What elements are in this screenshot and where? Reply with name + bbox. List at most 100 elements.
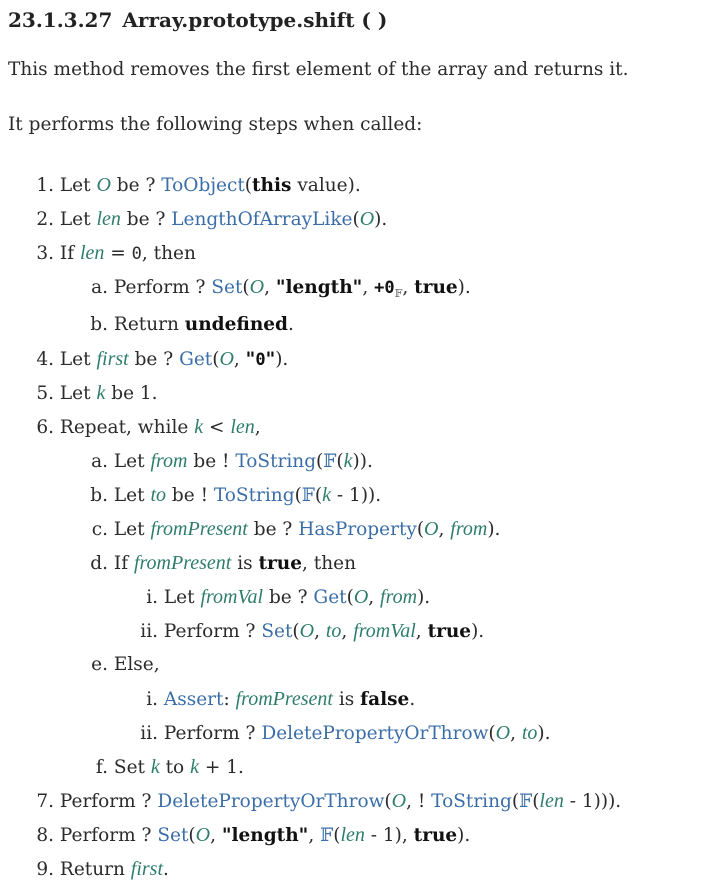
variable[interactable]: O — [219, 348, 233, 370]
variable[interactable]: len — [539, 790, 563, 812]
abstract-op-link[interactable]: Set — [261, 621, 292, 642]
variable[interactable]: fromPresent — [134, 552, 231, 574]
step-text: ). — [471, 621, 485, 642]
abstract-op-link[interactable]: HasProperty — [298, 519, 417, 540]
variable[interactable]: fromVal — [200, 586, 263, 608]
variable[interactable]: to — [326, 620, 342, 642]
variable[interactable]: k — [96, 382, 105, 404]
abstract-op-link[interactable]: 𝔽 — [302, 485, 315, 506]
variable[interactable]: O — [96, 174, 110, 196]
abstract-op-link[interactable]: Get — [313, 587, 346, 608]
bold-literal: true — [427, 621, 472, 642]
variable[interactable]: fromPresent — [150, 518, 247, 540]
abstract-op-link[interactable]: DeletePropertyOrThrow — [261, 723, 488, 744]
abstract-op-link[interactable]: ToString — [214, 485, 295, 506]
algorithm-step: 5. Let k be 1. — [0, 378, 621, 412]
steps-intro-paragraph: It performs the following steps when cal… — [8, 114, 423, 135]
step-text: If — [59, 243, 80, 264]
step-number: 7. — [36, 791, 54, 812]
step-text: be ? — [263, 587, 314, 608]
step-text: , — [314, 621, 326, 642]
step-text: is — [231, 553, 259, 574]
step-text: - 1)). — [331, 485, 382, 506]
variable[interactable]: len — [230, 416, 254, 438]
variable[interactable]: O — [354, 586, 368, 608]
variable[interactable]: to — [150, 484, 166, 506]
step-text: Let — [113, 451, 151, 472]
step-text: is — [333, 689, 361, 710]
step-text: , — [264, 277, 276, 298]
step-text: + 1. — [198, 757, 244, 778]
variable[interactable]: first — [131, 858, 163, 880]
abstract-op-link[interactable]: DeletePropertyOrThrow — [157, 791, 384, 812]
bold-literal: true — [414, 277, 458, 298]
number-literal: 0 — [131, 244, 142, 264]
step-text: Set — [113, 757, 151, 778]
step-text: = — [104, 243, 132, 264]
variable[interactable]: k — [151, 756, 160, 778]
algorithm-step: 2. Let len be ? LengthOfArrayLike(O). — [0, 204, 621, 238]
variable[interactable]: len — [96, 208, 120, 230]
step-text: be ? — [247, 519, 299, 540]
step-number: 3. — [36, 243, 54, 264]
step-text: be ? — [120, 209, 172, 230]
step-text: ( — [244, 175, 253, 196]
step-text: . — [409, 689, 416, 710]
step-text: : — [223, 689, 236, 710]
variable[interactable]: k — [322, 484, 331, 506]
algorithm-step: i. Let fromVal be ? Get(O, from). — [0, 582, 621, 616]
abstract-op-link[interactable]: ToString — [431, 791, 512, 812]
algorithm-step: 7. Perform ? DeletePropertyOrThrow(O, ! … — [0, 786, 621, 820]
variable[interactable]: from — [150, 450, 187, 472]
algorithm-steps: 1. Let O be ? ToObject(this value). 2. Le… — [0, 170, 621, 888]
abstract-op-link[interactable]: 𝔽 — [323, 451, 336, 472]
variable[interactable]: to — [522, 722, 538, 744]
step-number: b. — [90, 485, 108, 506]
abstract-op-link[interactable]: ToString — [235, 451, 316, 472]
abstract-op-link[interactable]: Get — [179, 349, 212, 370]
abstract-op-link[interactable]: LengthOfArrayLike — [171, 209, 352, 230]
step-number: i. — [146, 587, 158, 608]
step-text: be ? — [128, 349, 180, 370]
variable[interactable]: O — [250, 276, 264, 298]
step-text: ). — [487, 519, 501, 540]
step-text: Else, — [113, 654, 160, 675]
abstract-op-link[interactable]: ToObject — [161, 175, 245, 196]
step-text: ( — [511, 791, 520, 812]
step-text: Let — [59, 175, 97, 196]
step-text: ). — [537, 723, 551, 744]
abstract-op-link[interactable]: Assert — [164, 689, 224, 710]
abstract-op-link[interactable]: 𝔽 — [519, 791, 532, 812]
step-text: ( — [416, 519, 425, 540]
bold-number-literal: +0 — [374, 278, 395, 298]
variable[interactable]: from — [380, 586, 417, 608]
variable[interactable]: first — [96, 348, 128, 370]
variable[interactable]: k — [190, 756, 199, 778]
variable[interactable]: O — [196, 824, 210, 846]
variable[interactable]: fromPresent — [236, 688, 333, 710]
variable[interactable]: O — [496, 722, 510, 744]
step-text: , — [233, 349, 246, 370]
algorithm-step: b. Return undefined. — [0, 310, 621, 344]
step-number: 6. — [36, 417, 54, 438]
bold-literal: "length" — [221, 825, 309, 846]
step-text: Let — [113, 485, 151, 506]
variable[interactable]: len — [340, 824, 364, 846]
variable[interactable]: fromVal — [353, 620, 416, 642]
abstract-op-link[interactable]: 𝔽 — [320, 825, 333, 846]
abstract-op-link[interactable]: Set — [211, 277, 242, 298]
variable[interactable]: k — [344, 450, 353, 472]
step-text: Let — [59, 209, 97, 230]
step-text: , then — [141, 243, 196, 264]
variable[interactable]: len — [80, 242, 104, 264]
variable[interactable]: k — [194, 416, 203, 438]
variable[interactable]: O — [300, 620, 314, 642]
section-number[interactable]: 23.1.3.27 — [8, 8, 112, 32]
variable[interactable]: from — [450, 518, 487, 540]
variable[interactable]: O — [392, 790, 406, 812]
step-text: , — [510, 723, 522, 744]
variable[interactable]: O — [424, 518, 438, 540]
abstract-op-link[interactable]: Set — [157, 825, 188, 846]
algorithm-step: ii. Perform ? Set(O, to, fromVal, true). — [0, 616, 621, 650]
variable[interactable]: O — [360, 208, 374, 230]
